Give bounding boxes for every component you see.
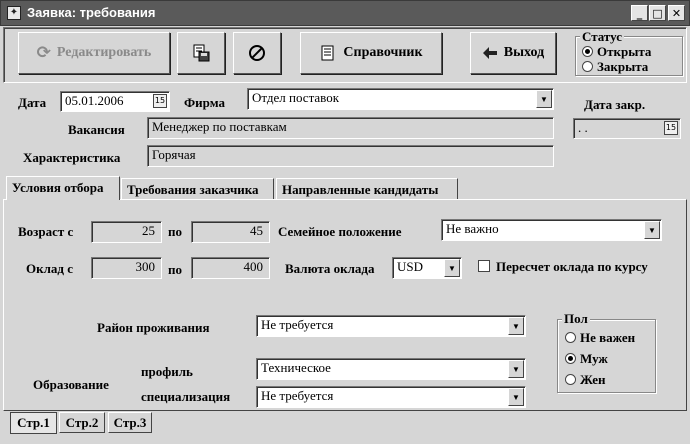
radio-icon (565, 374, 576, 385)
gender-title: Пол (562, 311, 590, 327)
age-to-label: по (168, 224, 182, 239)
checkbox-icon (478, 260, 490, 272)
specialization-label: специализация (141, 389, 231, 404)
chevron-down-icon[interactable]: ▼ (644, 221, 660, 239)
close-date-label: Дата закр. (584, 97, 646, 112)
close-date-field[interactable]: . . 15 (573, 118, 681, 139)
recalc-checkbox[interactable]: Пересчет оклада по курсу (478, 259, 648, 275)
chevron-down-icon[interactable]: ▼ (536, 90, 552, 108)
cancel-icon (249, 45, 265, 61)
save-icon (193, 44, 210, 62)
age-to-field[interactable]: 45 (191, 221, 270, 243)
age-label: Возраст с (18, 224, 74, 239)
maximize-button[interactable]: □ (649, 5, 666, 21)
vacancy-label: Вакансия (68, 122, 125, 137)
app-icon: ✦ (7, 6, 21, 20)
cancel-button[interactable] (233, 32, 281, 74)
gender-option-any[interactable]: Не важен (565, 330, 635, 346)
salary-from-field[interactable]: 300 (91, 257, 162, 279)
radio-icon (582, 61, 593, 72)
date-label: Дата (18, 95, 47, 110)
currency-label: Валюта оклада (285, 261, 375, 276)
marital-label: Семейное положение (278, 224, 402, 239)
vacancy-field[interactable]: Менеджер по поставкам (147, 117, 554, 139)
reference-button[interactable]: Справочник (300, 32, 442, 74)
save-button[interactable] (177, 32, 225, 74)
currency-select[interactable]: USD ▼ (392, 257, 462, 279)
chevron-down-icon[interactable]: ▼ (508, 317, 524, 335)
profile-select[interactable]: Техническое ▼ (256, 358, 526, 380)
marital-select[interactable]: Не важно ▼ (441, 219, 662, 241)
gender-option-male[interactable]: Муж (565, 351, 608, 367)
status-option-open[interactable]: Открыта (582, 44, 651, 60)
edit-button-label: Редактировать (56, 45, 152, 60)
calendar-icon[interactable]: 15 (153, 94, 167, 108)
refresh-icon: ⟳ (36, 43, 51, 63)
minimize-button[interactable]: _ (631, 5, 648, 21)
date-field[interactable]: 05.01.2006 15 (60, 91, 170, 112)
salary-to-field[interactable]: 400 (191, 257, 270, 279)
district-select[interactable]: Не требуется ▼ (256, 315, 526, 337)
calendar-icon[interactable]: 15 (664, 121, 678, 135)
exit-button[interactable]: Выход (470, 32, 556, 74)
age-from-field[interactable]: 25 (91, 221, 162, 243)
reference-button-label: Справочник (343, 45, 423, 60)
radio-icon (565, 353, 576, 364)
firm-select[interactable]: Отдел поставок ▼ (247, 88, 554, 110)
window-title: Заявка: требования (27, 5, 156, 20)
page-tab-1[interactable]: Стр.1 (10, 412, 57, 434)
tab-conditions[interactable]: Условия отбора (6, 176, 120, 200)
district-label: Район проживания (97, 320, 210, 335)
exit-arrow-icon (482, 47, 497, 59)
status-option-closed[interactable]: Закрыта (582, 59, 648, 75)
close-button[interactable]: ✕ (668, 5, 685, 21)
gender-option-female[interactable]: Жен (565, 372, 605, 388)
exit-button-label: Выход (503, 45, 545, 60)
salary-to-label: по (168, 262, 182, 277)
page-tab-3[interactable]: Стр.3 (108, 412, 152, 433)
salary-label: Оклад с (26, 261, 73, 276)
radio-icon (565, 332, 576, 343)
chevron-down-icon[interactable]: ▼ (508, 388, 524, 406)
chevron-down-icon[interactable]: ▼ (444, 259, 460, 277)
radio-icon (582, 46, 593, 57)
tab-requirements[interactable]: Требования заказчика (121, 178, 274, 200)
firm-label: Фирма (184, 95, 225, 110)
edit-button[interactable]: ⟳ Редактировать (18, 32, 170, 74)
specialization-select[interactable]: Не требуется ▼ (256, 386, 526, 408)
education-label: Образование (33, 377, 109, 392)
profile-label: профиль (141, 364, 193, 379)
tab-candidates[interactable]: Направленные кандидаты (276, 178, 458, 200)
status-title: Статус (580, 29, 625, 45)
title-bar: ✦ Заявка: требования _ □ ✕ (0, 0, 690, 26)
chevron-down-icon[interactable]: ▼ (508, 360, 524, 378)
characteristic-label: Характеристика (23, 150, 121, 165)
book-icon (321, 45, 334, 61)
characteristic-field[interactable]: Горячая (147, 145, 554, 167)
page-tab-2[interactable]: Стр.2 (59, 412, 105, 433)
